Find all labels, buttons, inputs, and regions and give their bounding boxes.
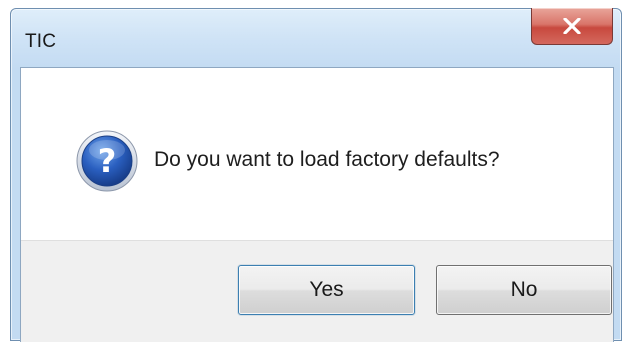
button-bar: Yes No bbox=[21, 240, 613, 342]
close-button[interactable] bbox=[531, 8, 613, 45]
svg-text:?: ? bbox=[98, 142, 117, 180]
question-icon: ? bbox=[76, 130, 138, 192]
dialog-window: TIC ? Do you want to load factory defaul… bbox=[10, 8, 622, 342]
no-button[interactable]: No bbox=[436, 265, 612, 315]
message-area: ? Do you want to load factory defaults? bbox=[21, 68, 613, 240]
dialog-body: ? Do you want to load factory defaults? … bbox=[20, 67, 614, 342]
yes-button[interactable]: Yes bbox=[238, 265, 415, 315]
close-icon bbox=[563, 18, 581, 34]
dialog-message: Do you want to load factory defaults? bbox=[154, 148, 500, 171]
title-bar[interactable]: TIC bbox=[11, 8, 621, 65]
window-title: TIC bbox=[25, 31, 57, 52]
